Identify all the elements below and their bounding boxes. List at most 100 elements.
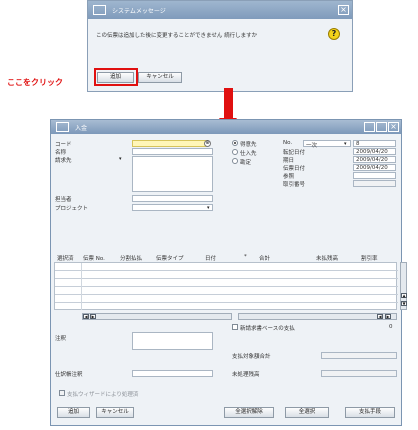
posting-date-label: 転記日付: [283, 150, 306, 156]
partial-payment-checkbox[interactable]: [232, 324, 238, 330]
doc-date-field[interactable]: 2009/04/20: [353, 164, 396, 171]
code-field[interactable]: [132, 140, 207, 147]
dialog-title: システムメッセージ: [112, 8, 166, 15]
column-header[interactable]: 伝票 No.: [83, 254, 105, 262]
select-all-button[interactable]: 全選択: [285, 407, 329, 418]
payment-total-field: [321, 352, 397, 359]
wizard-checkbox: [59, 390, 65, 396]
scroll-left-icon[interactable]: ◀: [83, 314, 89, 319]
person-field[interactable]: [132, 195, 213, 202]
open-balance-label: 未処理残高: [232, 372, 260, 378]
column-header[interactable]: 未払残高: [316, 254, 338, 262]
column-header[interactable]: 伝票タイプ: [156, 254, 184, 262]
reference-field[interactable]: [353, 172, 396, 179]
radio-account[interactable]: [232, 158, 238, 164]
maximize-icon[interactable]: [376, 122, 387, 132]
down-arrow-icon: [224, 88, 233, 118]
doc-date-label: 伝票日付: [283, 166, 306, 172]
dialog-titlebar: システムメッセージ ×: [88, 1, 352, 19]
doc-date-value: 2009/04/20: [356, 165, 388, 171]
transaction-no-label: 取引番号: [283, 182, 306, 188]
window-icon: [56, 122, 69, 132]
vertical-scrollbar[interactable]: ▲ ▼: [400, 262, 407, 310]
radio-account-label: 勘定: [240, 160, 252, 166]
close-icon[interactable]: ×: [388, 122, 399, 132]
radio-vendor[interactable]: [232, 149, 238, 155]
partial-payment-label: 新請求書ベースの支払: [240, 326, 295, 332]
journal-remarks-field[interactable]: [132, 370, 213, 377]
window-icon: [93, 5, 106, 15]
posting-date-field[interactable]: 2009/04/20: [353, 148, 396, 155]
payment-total-label: 支払対象額合計: [232, 354, 271, 360]
table-row[interactable]: [55, 295, 398, 303]
due-date-value: 2009/04/20: [356, 157, 388, 163]
chevron-down-icon: ▾: [119, 156, 122, 162]
window-titlebar: 入金 ×: [51, 120, 401, 134]
table-row[interactable]: [55, 263, 398, 271]
table-row[interactable]: [55, 279, 398, 287]
add-button[interactable]: 追加: [57, 407, 90, 418]
column-header[interactable]: 分割払払: [120, 254, 142, 262]
incoming-payment-window: 入金 × コード ⊕ 名称 請求先 ▾ 担当者 プロジェクト ▾ 得意先 仕入先…: [50, 119, 407, 426]
table-body[interactable]: [54, 262, 398, 310]
column-header[interactable]: 日付: [205, 254, 216, 262]
payer-label: 請求先: [55, 158, 72, 164]
wizard-label: 支払ウィザードにより処理済: [67, 392, 139, 398]
name-label: 名称: [55, 150, 67, 156]
cancel-button[interactable]: キャンセル: [96, 407, 134, 418]
scroll-right-icon[interactable]: ▶: [385, 314, 391, 319]
payer-dropdown[interactable]: ▾: [91, 156, 127, 163]
no-label: No.: [283, 140, 293, 146]
deselect-all-button[interactable]: 全選択解除: [224, 407, 274, 418]
horizontal-scrollbar-left[interactable]: ◀ ▶: [82, 313, 232, 320]
payer-address-box[interactable]: [132, 156, 213, 192]
payment-means-button[interactable]: 支払手段: [345, 407, 395, 418]
due-date-label: 期日: [283, 158, 295, 164]
question-icon: ?: [328, 28, 340, 40]
transaction-no-field: [353, 180, 396, 187]
person-label: 担当者: [55, 197, 72, 203]
journal-remarks-label: 仕訳帳注釈: [55, 372, 83, 378]
scroll-down-icon[interactable]: ▼: [401, 301, 407, 306]
column-header[interactable]: 合計: [259, 254, 270, 262]
window-title: 入金: [75, 125, 88, 132]
name-field[interactable]: [132, 148, 213, 155]
column-header[interactable]: *: [244, 254, 247, 262]
highlight-box: [94, 68, 138, 86]
partial-payment-value: 0: [389, 324, 393, 330]
radio-customer[interactable]: [232, 140, 238, 146]
horizontal-scrollbar-right[interactable]: ◀ ▶: [238, 313, 397, 320]
series-value: 一次: [306, 143, 318, 149]
column-header[interactable]: 割引率: [361, 254, 378, 262]
chevron-down-icon: ▾: [344, 141, 347, 147]
table-row[interactable]: [55, 287, 398, 295]
due-date-field[interactable]: 2009/04/20: [353, 156, 396, 163]
choose-from-list-icon[interactable]: ⊕: [204, 140, 211, 147]
scroll-right-icon[interactable]: ▶: [90, 314, 96, 319]
scroll-left-icon[interactable]: ◀: [377, 314, 383, 319]
radio-vendor-label: 仕入先: [240, 151, 257, 157]
invoice-table: 選択済 伝票 No. 分割払払 伝票タイプ 日付 * 合計 未払残高 割引率 ▲…: [54, 254, 410, 312]
project-label: プロジェクト: [55, 206, 89, 212]
open-balance-field: [321, 370, 397, 377]
column-header[interactable]: 選択済: [57, 254, 74, 262]
project-dropdown[interactable]: ▾: [132, 204, 213, 211]
posting-date-value: 2009/04/20: [356, 149, 388, 155]
click-here-callout: ここをクリック: [7, 78, 63, 87]
doc-number-value: 8: [356, 141, 360, 147]
radio-customer-label: 得意先: [240, 142, 257, 148]
remarks-field[interactable]: [132, 332, 213, 350]
series-dropdown[interactable]: 一次 ▾: [303, 140, 351, 149]
cancel-button[interactable]: キャンセル: [138, 72, 182, 83]
doc-number-field[interactable]: 8: [353, 140, 396, 147]
close-icon[interactable]: ×: [338, 5, 349, 15]
code-label: コード: [55, 142, 72, 148]
scroll-up-icon[interactable]: ▲: [401, 293, 407, 298]
remarks-label: 注釈: [55, 336, 67, 342]
dialog-message: この伝票は追加した後に変更することができません 続行しますか: [96, 33, 258, 39]
reference-label: 参照: [283, 174, 295, 180]
table-row[interactable]: [55, 271, 398, 279]
minimize-icon[interactable]: [364, 122, 375, 132]
column-divider: [81, 263, 82, 310]
chevron-down-icon: ▾: [207, 205, 210, 211]
